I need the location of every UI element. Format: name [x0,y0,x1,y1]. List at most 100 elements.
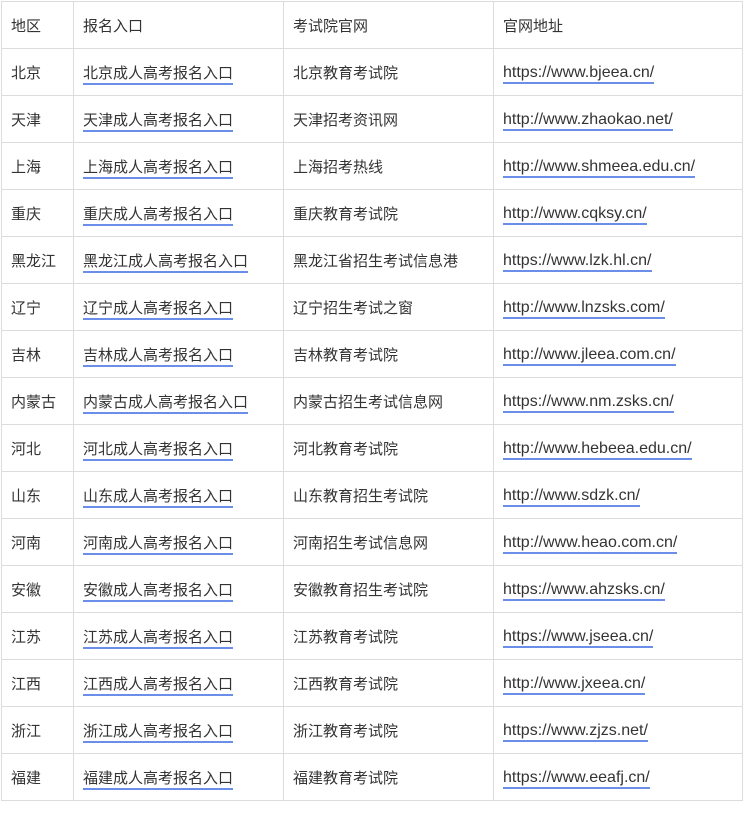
region-cell: 浙江 [1,706,74,754]
table-row: 浙江 浙江成人高考报名入口 浙江教育考试院 https://www.zjzs.n… [1,706,743,754]
region-cell: 安徽 [1,565,74,613]
entry-cell: 上海成人高考报名入口 [73,142,284,190]
entry-cell: 河南成人高考报名入口 [73,518,284,566]
entry-cell: 河北成人高考报名入口 [73,424,284,472]
table-row: 江苏 江苏成人高考报名入口 江苏教育考试院 https://www.jseea.… [1,612,743,660]
url-cell: https://www.nm.zsks.cn/ [493,377,743,425]
url-link[interactable]: http://www.heao.com.cn/ [503,533,678,554]
url-link[interactable]: https://www.eeafj.cn/ [503,768,650,789]
url-link[interactable]: https://www.lzk.hl.cn/ [503,251,652,272]
office-cell: 河南招生考试信息网 [283,518,494,566]
office-cell: 江西教育考试院 [283,659,494,707]
url-cell: http://www.shmeea.edu.cn/ [493,142,743,190]
table-row: 河南 河南成人高考报名入口 河南招生考试信息网 http://www.heao.… [1,518,743,566]
office-cell: 福建教育考试院 [283,753,494,801]
table-body: 北京 北京成人高考报名入口 北京教育考试院 https://www.bjeea.… [1,48,743,801]
url-link[interactable]: http://www.lnzsks.com/ [503,298,665,319]
table-row: 内蒙古 内蒙古成人高考报名入口 内蒙古招生考试信息网 https://www.n… [1,377,743,425]
url-link[interactable]: https://www.ahzsks.cn/ [503,580,665,601]
entry-cell: 黑龙江成人高考报名入口 [73,236,284,284]
url-link[interactable]: https://www.nm.zsks.cn/ [503,392,674,413]
entry-cell: 山东成人高考报名入口 [73,471,284,519]
url-link[interactable]: https://www.bjeea.cn/ [503,63,655,84]
entry-link[interactable]: 重庆成人高考报名入口 [83,204,234,226]
entry-cell: 浙江成人高考报名入口 [73,706,284,754]
url-link[interactable]: https://www.jseea.cn/ [503,627,654,648]
entry-link[interactable]: 江西成人高考报名入口 [83,674,234,696]
region-cell: 上海 [1,142,74,190]
table-row: 重庆 重庆成人高考报名入口 重庆教育考试院 http://www.cqksy.c… [1,189,743,237]
office-cell: 辽宁招生考试之窗 [283,283,494,331]
url-cell: http://www.sdzk.cn/ [493,471,743,519]
region-cell: 天津 [1,95,74,143]
entry-cell: 江苏成人高考报名入口 [73,612,284,660]
url-cell: https://www.lzk.hl.cn/ [493,236,743,284]
header-region: 地区 [1,1,74,49]
entry-link[interactable]: 上海成人高考报名入口 [83,157,234,179]
url-cell: https://www.ahzsks.cn/ [493,565,743,613]
office-cell: 安徽教育招生考试院 [283,565,494,613]
url-link[interactable]: http://www.jleea.com.cn/ [503,345,676,366]
entry-link[interactable]: 黑龙江成人高考报名入口 [83,251,249,273]
region-cell: 黑龙江 [1,236,74,284]
office-cell: 浙江教育考试院 [283,706,494,754]
office-cell: 上海招考热线 [283,142,494,190]
url-link[interactable]: http://www.cqksy.cn/ [503,204,647,225]
table-header: 地区 报名入口 考试院官网 官网地址 [1,1,743,49]
entry-link[interactable]: 吉林成人高考报名入口 [83,345,234,367]
url-link[interactable]: https://www.zjzs.net/ [503,721,648,742]
url-cell: http://www.lnzsks.com/ [493,283,743,331]
region-cell: 内蒙古 [1,377,74,425]
url-cell: https://www.eeafj.cn/ [493,753,743,801]
region-cell: 北京 [1,48,74,96]
header-office: 考试院官网 [283,1,494,49]
url-cell: http://www.heao.com.cn/ [493,518,743,566]
entry-link[interactable]: 山东成人高考报名入口 [83,486,234,508]
entry-link[interactable]: 安徽成人高考报名入口 [83,580,234,602]
region-cell: 江苏 [1,612,74,660]
region-cell: 吉林 [1,330,74,378]
table-row: 黑龙江 黑龙江成人高考报名入口 黑龙江省招生考试信息港 https://www.… [1,236,743,284]
entry-cell: 北京成人高考报名入口 [73,48,284,96]
table-row: 吉林 吉林成人高考报名入口 吉林教育考试院 http://www.jleea.c… [1,330,743,378]
office-cell: 江苏教育考试院 [283,612,494,660]
region-cell: 重庆 [1,189,74,237]
registration-table: 地区 报名入口 考试院官网 官网地址 北京 北京成人高考报名入口 北京教育考试院… [1,1,743,801]
office-cell: 山东教育招生考试院 [283,471,494,519]
office-cell: 重庆教育考试院 [283,189,494,237]
entry-link[interactable]: 福建成人高考报名入口 [83,768,234,790]
entry-cell: 天津成人高考报名入口 [73,95,284,143]
entry-link[interactable]: 内蒙古成人高考报名入口 [83,392,249,414]
entry-link[interactable]: 河北成人高考报名入口 [83,439,234,461]
entry-cell: 重庆成人高考报名入口 [73,189,284,237]
region-cell: 江西 [1,659,74,707]
entry-cell: 安徽成人高考报名入口 [73,565,284,613]
table-row: 福建 福建成人高考报名入口 福建教育考试院 https://www.eeafj.… [1,753,743,801]
entry-link[interactable]: 辽宁成人高考报名入口 [83,298,234,320]
url-cell: https://www.bjeea.cn/ [493,48,743,96]
region-cell: 辽宁 [1,283,74,331]
url-link[interactable]: http://www.jxeea.cn/ [503,674,646,695]
url-link[interactable]: http://www.shmeea.edu.cn/ [503,157,696,178]
url-cell: https://www.jseea.cn/ [493,612,743,660]
office-cell: 河北教育考试院 [283,424,494,472]
table-row: 江西 江西成人高考报名入口 江西教育考试院 http://www.jxeea.c… [1,659,743,707]
office-cell: 黑龙江省招生考试信息港 [283,236,494,284]
entry-cell: 内蒙古成人高考报名入口 [73,377,284,425]
entry-link[interactable]: 北京成人高考报名入口 [83,63,234,85]
url-cell: http://www.jleea.com.cn/ [493,330,743,378]
url-cell: http://www.zhaokao.net/ [493,95,743,143]
entry-link[interactable]: 天津成人高考报名入口 [83,110,234,132]
header-row: 地区 报名入口 考试院官网 官网地址 [1,1,743,49]
url-cell: http://www.jxeea.cn/ [493,659,743,707]
entry-link[interactable]: 河南成人高考报名入口 [83,533,234,555]
url-link[interactable]: http://www.hebeea.edu.cn/ [503,439,692,460]
url-link[interactable]: http://www.zhaokao.net/ [503,110,673,131]
entry-link[interactable]: 江苏成人高考报名入口 [83,627,234,649]
entry-link[interactable]: 浙江成人高考报名入口 [83,721,234,743]
table-row: 上海 上海成人高考报名入口 上海招考热线 http://www.shmeea.e… [1,142,743,190]
table-row: 河北 河北成人高考报名入口 河北教育考试院 http://www.hebeea.… [1,424,743,472]
url-link[interactable]: http://www.sdzk.cn/ [503,486,640,507]
office-cell: 内蒙古招生考试信息网 [283,377,494,425]
entry-cell: 江西成人高考报名入口 [73,659,284,707]
